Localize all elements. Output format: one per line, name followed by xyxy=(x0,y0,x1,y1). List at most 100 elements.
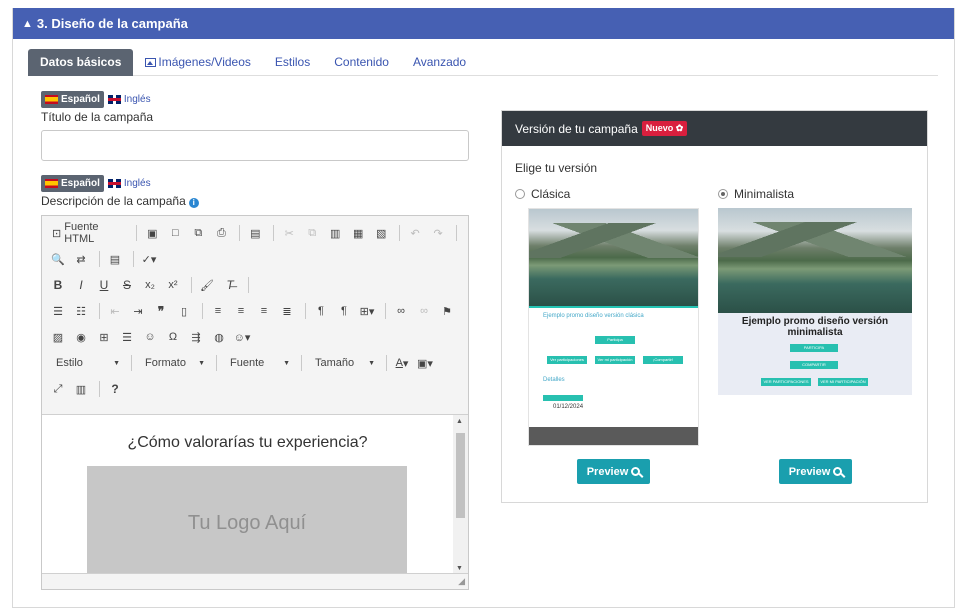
preview-minimalist-button[interactable]: Preview xyxy=(779,459,852,484)
unlink-icon[interactable]: ∞ xyxy=(414,301,434,321)
title-language-selector: Español Inglés xyxy=(41,91,155,108)
lang-english-button[interactable]: Inglés xyxy=(104,175,155,192)
new-page-icon[interactable]: □ xyxy=(165,223,185,243)
tab-basic-data[interactable]: Datos básicos xyxy=(28,49,134,76)
tab-content[interactable]: Contenido xyxy=(322,49,401,76)
style-combo[interactable]: Estilo ▼ xyxy=(48,353,124,373)
link-icon[interactable]: ∞ xyxy=(391,301,411,321)
underline-icon[interactable]: U xyxy=(94,275,114,295)
scroll-up-icon[interactable]: ▲ xyxy=(456,418,463,425)
combo-label: Tamaño xyxy=(315,357,355,369)
subscript-icon[interactable]: x₂ xyxy=(140,275,160,295)
paste-icon[interactable]: ▥ xyxy=(325,223,345,243)
lang-english-button[interactable]: Inglés xyxy=(104,91,155,108)
superscript-icon[interactable]: x² xyxy=(163,275,183,295)
print-icon[interactable]: ⎙ xyxy=(211,223,231,243)
strikethrough-icon[interactable]: S xyxy=(117,275,137,295)
paste-word-icon[interactable]: ▧ xyxy=(371,223,391,243)
outdent-icon[interactable]: ⇤ xyxy=(105,301,125,321)
tab-styles[interactable]: Estilos xyxy=(263,49,322,76)
emoji-icon[interactable]: ☺▾ xyxy=(232,327,252,347)
size-combo[interactable]: Tamaño ▼ xyxy=(307,353,379,373)
editor-scrollbar[interactable]: ▲ ▼ xyxy=(453,414,468,575)
preview-icon[interactable]: ⧉ xyxy=(188,223,208,243)
indent-icon[interactable]: ⇥ xyxy=(128,301,148,321)
lang-label: Inglés xyxy=(123,178,151,189)
lang-spanish-button[interactable]: Español xyxy=(41,91,104,108)
classic-date: 01/12/2024 xyxy=(553,404,584,410)
remove-format-icon[interactable]: T̶ xyxy=(220,275,240,295)
classic-footer xyxy=(529,427,698,445)
language-icon[interactable]: ⊞▾ xyxy=(357,301,377,321)
classic-version-thumbnail[interactable]: Ejemplo promo diseño versión clásica Par… xyxy=(528,208,699,446)
bg-color-icon[interactable]: ▣▾ xyxy=(415,353,435,373)
replace-icon[interactable]: ⇄ xyxy=(71,249,91,269)
separator xyxy=(456,225,457,241)
radio-button[interactable] xyxy=(718,189,728,199)
rtl-icon[interactable]: ¶ xyxy=(334,301,354,321)
anchor-flag-icon[interactable]: ⚑ xyxy=(437,301,457,321)
find-icon[interactable]: 🔍 xyxy=(48,249,68,269)
tab-images-videos[interactable]: Imágenes/Videos xyxy=(133,49,263,76)
smiley-icon[interactable]: ☺ xyxy=(140,327,160,347)
special-char-icon[interactable]: Ω xyxy=(163,327,183,347)
info-icon[interactable]: i xyxy=(188,198,199,208)
iframe-icon[interactable]: ◍ xyxy=(209,327,229,347)
minimalist-version-thumbnail[interactable]: Ejemplo promo diseño versión minimalista… xyxy=(718,208,912,395)
spain-flag-icon xyxy=(45,179,58,188)
copy-icon[interactable]: ⧉ xyxy=(302,223,322,243)
section-title: 3. Diseño de la campaña xyxy=(36,16,188,31)
radio-minimalist[interactable]: Minimalista xyxy=(718,187,794,201)
numbered-list-icon[interactable]: ☰ xyxy=(48,301,68,321)
paste-text-icon[interactable]: ▦ xyxy=(348,223,368,243)
align-right-icon[interactable]: ≡ xyxy=(254,301,274,321)
landscape-photo xyxy=(529,209,698,306)
horizontal-rule-icon[interactable]: ☰ xyxy=(117,327,137,347)
lang-spanish-button[interactable]: Español xyxy=(41,175,104,192)
source-html-button[interactable]: ⊡ Fuente HTML xyxy=(48,221,128,245)
scroll-down-icon[interactable]: ▼ xyxy=(456,565,463,572)
separator xyxy=(133,251,134,267)
table-icon[interactable]: ⊞ xyxy=(94,327,114,347)
bulleted-list-icon[interactable]: ☷ xyxy=(71,301,91,321)
preview-classic-button[interactable]: Preview xyxy=(577,459,650,484)
btn-label: VER PARTICIPACIONES xyxy=(763,379,809,384)
save-icon[interactable]: ▣ xyxy=(142,223,162,243)
separator xyxy=(202,303,203,319)
editor-content-area[interactable]: ¿Cómo valorarías tu experiencia? Tu Logo… xyxy=(42,414,453,575)
undo-icon[interactable]: ↶ xyxy=(405,223,425,243)
italic-icon[interactable]: I xyxy=(71,275,91,295)
caret-down-icon: ▼ xyxy=(368,359,375,367)
scroll-thumb[interactable] xyxy=(456,433,465,518)
section-header[interactable]: ▲ 3. Diseño de la campaña xyxy=(13,8,954,39)
copy-format-icon[interactable]: 🖌 xyxy=(197,275,217,295)
page-break-icon[interactable]: ⇶ xyxy=(186,327,206,347)
separator xyxy=(305,303,306,319)
format-combo[interactable]: Formato ▼ xyxy=(137,353,209,373)
show-blocks-icon[interactable]: ▥ xyxy=(71,379,91,399)
text-color-icon[interactable]: A ▾ xyxy=(392,353,412,373)
campaign-title-input[interactable] xyxy=(41,130,469,161)
ltr-icon[interactable]: ¶ xyxy=(311,301,331,321)
radio-classic[interactable]: Clásica xyxy=(515,187,570,201)
blockquote-icon[interactable]: ❞ xyxy=(151,301,171,321)
div-container-icon[interactable]: ▯ xyxy=(174,301,194,321)
resize-grip-icon[interactable]: ◢ xyxy=(458,576,465,587)
redo-icon[interactable]: ↷ xyxy=(428,223,448,243)
spellcheck-icon[interactable]: ✓▾ xyxy=(139,249,159,269)
tab-advanced[interactable]: Avanzado xyxy=(401,49,478,76)
bold-icon[interactable]: B xyxy=(48,275,68,295)
font-combo[interactable]: Fuente ▼ xyxy=(222,353,294,373)
mini-my-participation-button: VER MI PARTICIPACIÓN xyxy=(818,378,868,386)
select-all-icon[interactable]: ▤ xyxy=(105,249,125,269)
image-icon[interactable]: ▨ xyxy=(48,327,68,347)
align-center-icon[interactable]: ≡ xyxy=(231,301,251,321)
radio-button[interactable] xyxy=(515,189,525,199)
cut-icon[interactable]: ✂ xyxy=(279,223,299,243)
maximize-icon[interactable]: ⤢ xyxy=(48,379,68,399)
templates-icon[interactable]: ▤ xyxy=(245,223,265,243)
help-icon[interactable]: ? xyxy=(105,379,125,399)
flash-icon[interactable]: ◉ xyxy=(71,327,91,347)
justify-icon[interactable]: ≣ xyxy=(277,301,297,321)
align-left-icon[interactable]: ≡ xyxy=(208,301,228,321)
